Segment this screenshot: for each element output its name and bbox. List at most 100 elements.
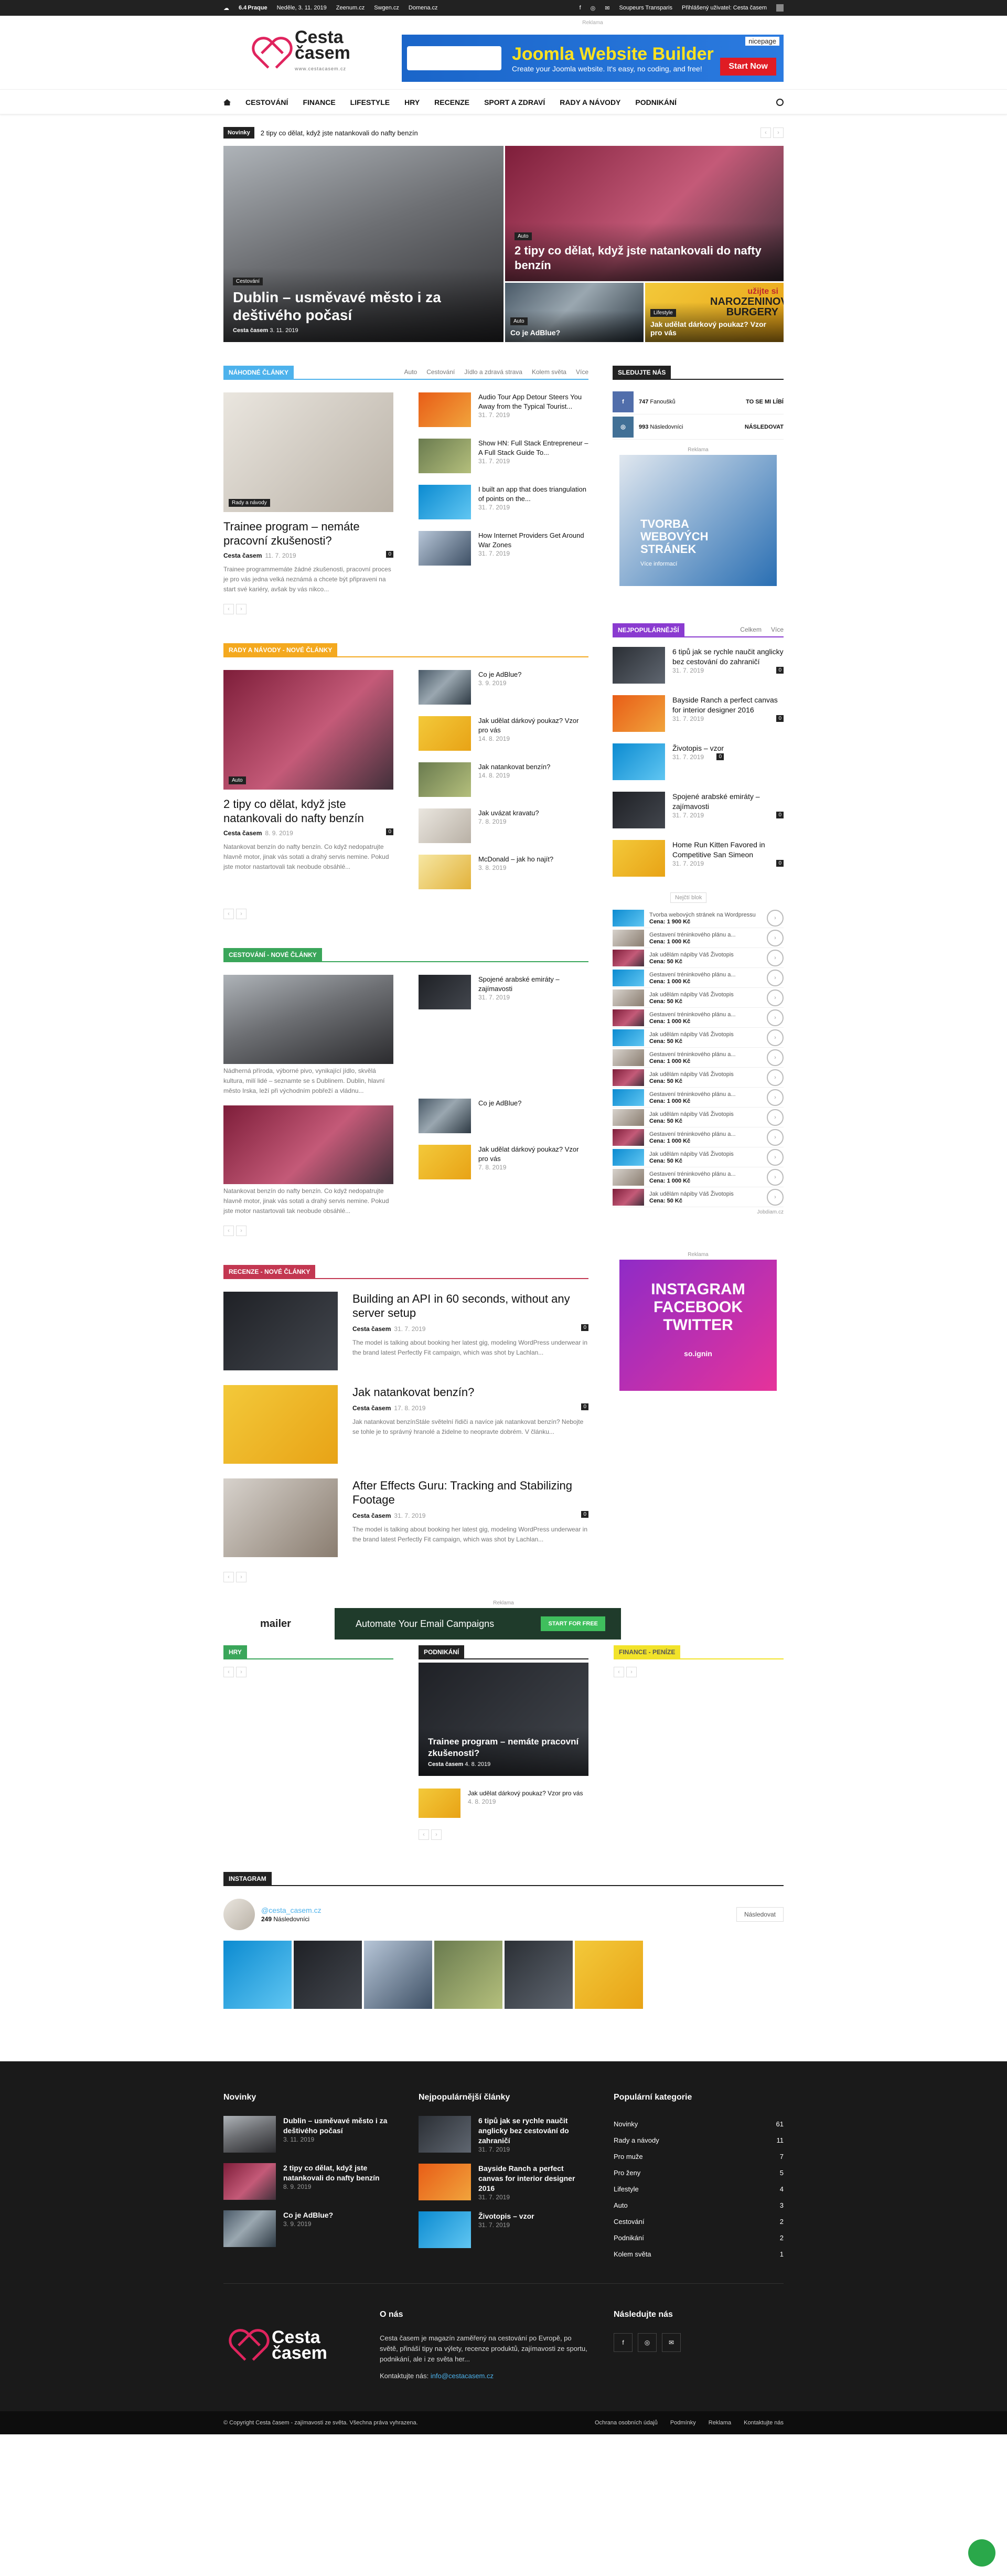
article-title[interactable]: Trainee program – nemáte pracovní zkušen… [428, 1736, 579, 1759]
home-icon[interactable] [223, 99, 231, 105]
chevron-right-icon[interactable]: › [767, 949, 784, 966]
chevron-left-icon[interactable]: ‹ [614, 1667, 624, 1677]
article-title[interactable]: Spojené arabské emiráty – zajímavosti [672, 792, 760, 811]
shop-thumb[interactable] [613, 1049, 644, 1066]
article-thumb[interactable] [419, 855, 471, 889]
comment-count[interactable]: 0 [776, 715, 784, 722]
filter-more[interactable]: Více [576, 368, 588, 376]
search-icon[interactable] [776, 99, 784, 106]
article-title[interactable]: Jak udělat dárkový poukaz? Vzor pro vás [468, 1790, 583, 1797]
article-image[interactable]: Trainee program – nemáte pracovní zkušen… [419, 1663, 588, 1776]
sidebar-ad[interactable]: Tvorba webových stránek Více informací [619, 455, 777, 586]
category-item[interactable]: Lifestyle 4 [614, 2181, 784, 2197]
article-thumb[interactable] [223, 2210, 276, 2247]
shop-thumb[interactable] [613, 1029, 644, 1046]
avatar[interactable] [223, 1899, 255, 1930]
footer-link[interactable]: Kontaktujte nás [744, 2420, 784, 2426]
site-logo[interactable]: Cesta časem www.cestacasem.cz [257, 28, 350, 77]
mid-ad-button[interactable]: Start for free [541, 1616, 605, 1631]
article-title[interactable]: McDonald – jak ho najít? [478, 855, 553, 863]
chevron-right-icon[interactable]: › [773, 127, 784, 138]
article-title[interactable]: Home Run Kitten Favored in Competitive S… [672, 840, 765, 859]
shop-name[interactable]: Jak udělám nápiby Váš Životopis [649, 1111, 734, 1118]
chevron-right-icon[interactable]: › [767, 1188, 784, 1206]
chevron-right-icon[interactable]: › [236, 1226, 247, 1236]
follow-button[interactable]: Následovat [736, 1907, 784, 1922]
article-thumb[interactable] [223, 2163, 276, 2200]
article-thumb[interactable] [613, 743, 665, 780]
menu-item-rady[interactable]: Rady a návody [560, 98, 620, 107]
article-title[interactable]: Co je AdBlue? [478, 670, 521, 678]
social-facebook[interactable]: f 747 Fanoušků TO SE MI LÍBÍ [613, 389, 784, 414]
instagram-photo[interactable] [294, 1941, 362, 2009]
chevron-right-icon[interactable]: › [767, 969, 784, 986]
shop-thumb[interactable] [613, 1168, 644, 1186]
article-thumb[interactable] [419, 975, 471, 1009]
comment-count[interactable]: 0 [581, 1511, 588, 1518]
hero-big-tag[interactable]: Cestování [233, 278, 263, 285]
instagram-photo[interactable] [575, 1941, 643, 2009]
mail-icon[interactable]: ✉ [662, 2333, 681, 2352]
article-title[interactable]: Jak natankovat benzín? [352, 1385, 588, 1399]
article-thumb[interactable] [419, 1099, 471, 1133]
article-title[interactable]: Jak uvázat kravatu? [478, 809, 539, 817]
chevron-right-icon[interactable]: › [767, 1129, 784, 1146]
article-author[interactable]: Cesta časem [223, 552, 262, 559]
shop-item[interactable]: Jak udělám nápiby Váš Životopis Cena: 50 … [613, 1028, 784, 1048]
shop-item[interactable]: Gestavení tréninkového plánu a... Cena: 1… [613, 968, 784, 988]
hero-big[interactable]: Cestování Dublin – usměvavé město i za d… [223, 146, 504, 342]
sidebar-insta-ad[interactable]: Instagram Facebook Twitter so.ignin [619, 1260, 777, 1391]
shop-thumb[interactable] [613, 1009, 644, 1026]
hero-big-title[interactable]: Dublin – usměvavé město i za deštivého p… [233, 289, 494, 324]
category-item[interactable]: Pro muže 7 [614, 2148, 784, 2165]
shop-item[interactable]: Jak udělám nápiby Váš Životopis Cena: 50 … [613, 988, 784, 1008]
filter-jidlo[interactable]: Jídlo a zdravá strava [464, 368, 522, 376]
article-title[interactable]: 2 tipy co dělat, když jste natankovali d… [223, 797, 393, 825]
tab-celkem[interactable]: Celkem [740, 626, 762, 633]
instagram-photo[interactable] [434, 1941, 502, 2009]
article-thumb[interactable] [419, 2211, 471, 2248]
article-image[interactable] [223, 975, 393, 1064]
comment-count[interactable]: 0 [776, 812, 784, 818]
chevron-right-icon[interactable]: › [236, 909, 247, 919]
shop-name[interactable]: Jak udělám nápiby Váš Životopis [649, 1151, 734, 1158]
shop-thumb[interactable] [613, 989, 644, 1006]
category-item[interactable]: Auto 3 [614, 2197, 784, 2213]
top-link[interactable]: Zeenum.cz [336, 5, 365, 11]
instagram-icon[interactable]: ◎ [591, 5, 596, 12]
chat-button-icon[interactable] [968, 2539, 995, 2567]
shop-item[interactable]: Gestavení tréninkového plánu a... Cena: 1… [613, 1167, 784, 1187]
article-title[interactable]: Životopis – vzor [478, 2212, 534, 2220]
chevron-right-icon[interactable]: › [767, 1168, 784, 1186]
footer-link[interactable]: Ochrana osobních údajů [595, 2420, 658, 2426]
avatar[interactable] [776, 4, 784, 12]
shop-name[interactable]: Tvorba webových stránek na Wordpressu [649, 911, 756, 919]
comment-count[interactable]: 0 [581, 1403, 588, 1410]
banner-button[interactable]: Start Now [720, 58, 776, 76]
shop-thumb[interactable] [613, 1089, 644, 1106]
shop-footer[interactable]: Jobdiam.cz [613, 1209, 784, 1215]
footer-link[interactable]: Podmínky [670, 2420, 696, 2426]
article-thumb[interactable] [419, 392, 471, 427]
menu-item-sport[interactable]: Sport a zdraví [484, 98, 545, 107]
article-thumb[interactable] [613, 840, 665, 877]
shop-name[interactable]: Gestavení tréninkového plánu a... [649, 1131, 736, 1138]
menu-item-finance[interactable]: Finance [303, 98, 335, 107]
article-author[interactable]: Cesta časem [352, 1512, 391, 1519]
article-thumb[interactable] [419, 716, 471, 751]
menu-item-podnikani[interactable]: Podnikání [635, 98, 677, 107]
article-image[interactable] [223, 1292, 338, 1370]
chevron-right-icon[interactable]: › [767, 1029, 784, 1046]
shop-name[interactable]: Jak udělám nápiby Váš Životopis [649, 1190, 734, 1198]
shop-thumb[interactable] [613, 1188, 644, 1206]
shop-name[interactable]: Jak udělám nápiby Váš Životopis [649, 1071, 734, 1078]
chevron-left-icon[interactable]: ‹ [760, 127, 771, 138]
article-thumb[interactable] [419, 531, 471, 566]
article-thumb[interactable] [613, 647, 665, 684]
article-title[interactable]: Životopis – vzor [672, 744, 724, 752]
shop-item[interactable]: Jak udělám nápiby Váš Životopis Cena: 50 … [613, 1147, 784, 1167]
chevron-left-icon[interactable]: ‹ [223, 909, 234, 919]
top-contact[interactable]: Soupeurs Transparis [619, 5, 672, 11]
article-thumb[interactable] [419, 2164, 471, 2200]
article-title[interactable]: Bayside Ranch a perfect canvas for inter… [672, 696, 778, 714]
